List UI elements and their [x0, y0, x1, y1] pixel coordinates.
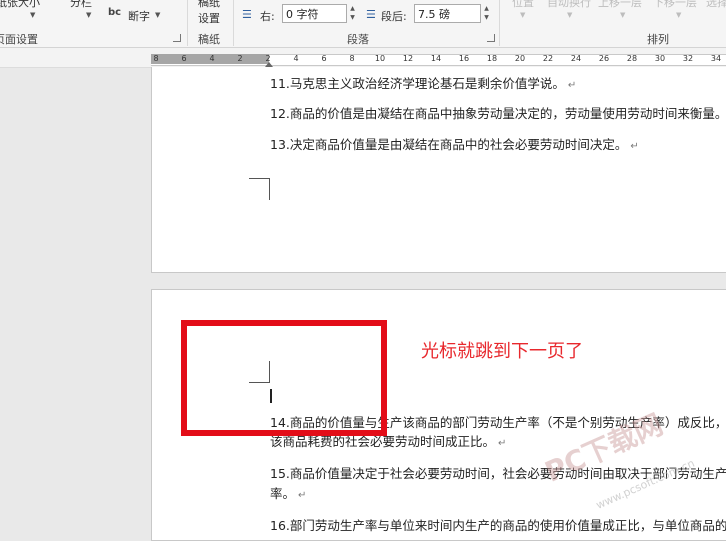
paper-size-button[interactable]: 纸张大小	[0, 0, 40, 10]
crop-mark	[269, 178, 270, 200]
send-backward-caret-icon[interactable]: ▼	[676, 11, 681, 19]
page-setup-group-label: 页面设置	[0, 33, 38, 46]
ruler-tick-label: 10	[374, 54, 386, 63]
paragraph-mark-icon: ↵	[298, 490, 307, 501]
paragraph-13[interactable]: 13.决定商品价值量是由凝结在商品中的社会必要劳动时间决定。 ↵	[270, 137, 639, 155]
ribbon-divider	[187, 0, 188, 46]
columns-button[interactable]: 分栏	[70, 0, 92, 10]
paragraph-mark-icon: ↵	[630, 141, 639, 152]
wrap-text-caret-icon[interactable]: ▼	[567, 11, 572, 19]
manuscript-settings-button[interactable]: 设置	[198, 10, 220, 26]
paragraph-16[interactable]: 16.部门劳动生产率与单位来时间内生产的商品的使用价值量成正比，与单位商品的价	[270, 518, 726, 534]
columns-caret-icon[interactable]: ▼	[86, 11, 91, 19]
ruler-tick-label: 4	[293, 54, 299, 63]
paragraph-15-continued[interactable]: 率。 ↵	[270, 486, 306, 504]
ruler-tick-label: 26	[598, 54, 610, 63]
bring-forward-caret-icon[interactable]: ▼	[620, 11, 625, 19]
ruler-tick-label: 20	[514, 54, 526, 63]
hyphenation-button[interactable]: 断字	[128, 8, 150, 24]
space-after-spinner[interactable]: ▲ ▼	[481, 4, 492, 23]
ruler-tick-label: 32	[682, 54, 694, 63]
ruler-tick-label: 28	[626, 54, 638, 63]
annotation-callout: 光标就跳到下一页了	[421, 341, 583, 362]
position-button[interactable]: 位置	[512, 0, 534, 10]
right-indent-spinner[interactable]: ▲ ▼	[347, 4, 358, 23]
ruler-tick-label: 22	[542, 54, 554, 63]
paragraph-mark-icon: ↵	[498, 438, 507, 449]
right-indent-label: 右:	[260, 10, 275, 23]
send-backward-button[interactable]: 下移一层	[653, 0, 697, 10]
manuscript-group-label: 稿纸	[198, 33, 220, 46]
right-indent-input[interactable]: 0 字符	[282, 4, 347, 23]
page-setup-launcher-icon[interactable]	[173, 34, 181, 42]
ruler-tick-label: 8	[153, 54, 159, 63]
space-after-input[interactable]: 7.5 磅	[414, 4, 481, 23]
ruler-tick-label: 34	[710, 54, 722, 63]
ruler-tick-label: 6	[321, 54, 327, 63]
paragraph-14-continued[interactable]: 该商品耗费的社会必要劳动时间成正比。 ↵	[270, 434, 506, 452]
space-after-label: 段后:	[381, 10, 407, 23]
hyphenation-caret-icon[interactable]: ▼	[155, 11, 160, 19]
ruler-tick-label: 2	[237, 54, 243, 63]
highlight-box	[181, 320, 387, 436]
ruler-tick-label: 30	[654, 54, 666, 63]
ruler-tick-label: 6	[181, 54, 187, 63]
wrap-text-button[interactable]: 自动换行	[547, 0, 591, 10]
paragraph-12[interactable]: 12.商品的价值是由凝结在商品中抽象劳动量决定的，劳动量使用劳动时间来衡量。	[270, 106, 726, 122]
ruler-tick-label: 24	[570, 54, 582, 63]
paper-size-caret-icon[interactable]: ▼	[30, 11, 35, 19]
selection-pane-button[interactable]: 选择	[706, 0, 726, 10]
ribbon-divider	[233, 0, 234, 46]
paragraph-group-label: 段落	[347, 33, 369, 46]
paragraph-11[interactable]: 11.马克思主义政治经济学理论基石是剩余价值学说。 ↵	[270, 76, 576, 94]
document-page-1[interactable]	[151, 67, 726, 273]
ribbon-divider	[499, 0, 500, 46]
crop-mark	[249, 178, 269, 179]
space-after-icon: ☰	[366, 8, 376, 21]
ruler-tick-label: 4	[209, 54, 215, 63]
ribbon: 纸张大小 ▼ 分栏 ▼ bc 断字 ▼ 页面设置 稿纸 设置 稿纸 ☰ 右: 0…	[0, 0, 726, 48]
position-caret-icon[interactable]: ▼	[520, 11, 525, 19]
manuscript-settings-button-line1[interactable]: 稿纸	[198, 0, 220, 10]
arrange-group-label: 排列	[647, 33, 669, 46]
hyphenation-icon: bc	[108, 7, 122, 18]
ruler-tick-label: 16	[458, 54, 470, 63]
paragraph-mark-icon: ↵	[567, 80, 577, 91]
paragraph-launcher-icon[interactable]	[487, 34, 495, 42]
right-indent-icon: ☰	[242, 8, 252, 21]
ruler-tick-label: 18	[486, 54, 498, 63]
ruler-tick-label: 12	[402, 54, 414, 63]
ruler-tick-label: 8	[349, 54, 355, 63]
ruler-tick-label: 14	[430, 54, 442, 63]
bring-forward-button[interactable]: 上移一层	[598, 0, 642, 10]
